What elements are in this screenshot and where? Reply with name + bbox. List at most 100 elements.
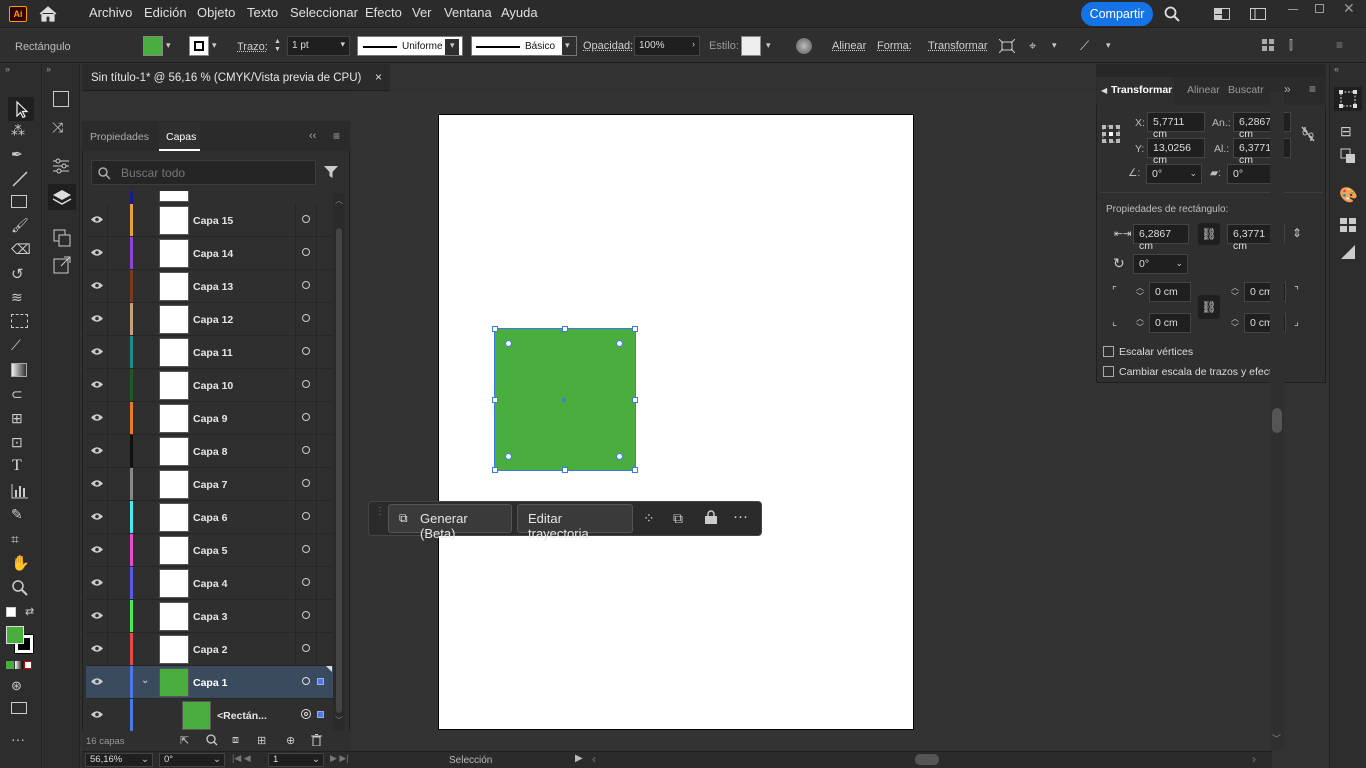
home-icon[interactable]	[38, 5, 58, 23]
resize-handle[interactable]	[632, 326, 638, 332]
chevron-down-icon[interactable]: ▾	[166, 40, 171, 51]
shape-link[interactable]: Forma:	[877, 40, 912, 52]
eye-icon[interactable]	[91, 314, 103, 323]
resize-handle[interactable]	[632, 467, 638, 473]
menu-objeto[interactable]: Objeto	[197, 5, 235, 20]
collapse-panel-icon[interactable]: ‹‹	[309, 130, 316, 142]
corner-stepper-icon[interactable]: ︿ ﹀	[1231, 314, 1239, 332]
corner-stepper-icon[interactable]: ︿ ﹀	[1231, 283, 1239, 301]
chevron-down-icon[interactable]: ▾	[212, 40, 217, 51]
resize-handle[interactable]	[562, 467, 568, 473]
chevron-down-icon[interactable]: ▾	[450, 40, 455, 51]
libraries-icon[interactable]	[53, 91, 69, 107]
transform-panel-icon[interactable]	[1334, 87, 1362, 111]
target-icon[interactable]	[302, 380, 310, 388]
link-broken-icon[interactable]	[1301, 126, 1315, 142]
menu-texto[interactable]: Texto	[247, 5, 278, 20]
corner-link-icon[interactable]: ⛓	[1198, 295, 1220, 319]
opacity-label[interactable]: Opacidad:	[583, 40, 633, 52]
eyedropper-icon[interactable]: ✎	[11, 506, 23, 523]
layer-row[interactable]: Capa 11	[86, 336, 333, 369]
grid-arrange-icon[interactable]	[1262, 39, 1274, 51]
rect-width-field[interactable]: 6,2867 cm	[1133, 224, 1189, 252]
target-icon[interactable]	[302, 446, 310, 454]
chevron-down-icon[interactable]: ▾	[766, 40, 771, 51]
filter-icon[interactable]	[324, 165, 338, 179]
target-icon[interactable]	[301, 709, 311, 719]
search-icon[interactable]	[1164, 6, 1180, 22]
collect-export-icon[interactable]: ⇱	[180, 734, 189, 747]
rotate-tool-icon[interactable]: ↺	[11, 265, 24, 283]
zoom-tool-icon[interactable]	[11, 579, 29, 597]
menu-seleccionar[interactable]: Seleccionar	[290, 5, 358, 20]
symbol-sprayer-icon[interactable]: ⊞	[11, 410, 23, 427]
menu-ayuda[interactable]: Ayuda	[501, 5, 538, 20]
type-tool-icon[interactable]: T	[12, 457, 22, 475]
corner-widget[interactable]	[505, 340, 512, 347]
fill-swatch[interactable]	[143, 36, 163, 56]
color-guide-icon[interactable]: 🎨	[1339, 186, 1358, 204]
target-icon[interactable]	[302, 314, 310, 322]
rotate-field[interactable]: 0° ⌄	[1146, 164, 1202, 184]
corner-stepper-icon[interactable]: ︿ ﹀	[1136, 283, 1144, 301]
layer-row[interactable]: Capa 9	[86, 402, 333, 435]
trash-icon[interactable]	[311, 734, 322, 746]
layer-row[interactable]: Capa 2	[86, 633, 333, 666]
panel-menu-icon[interactable]: ≡	[333, 129, 340, 143]
eye-icon[interactable]	[91, 380, 103, 389]
corner-bl-field[interactable]: 0 cm	[1149, 313, 1191, 333]
brush-definition[interactable]: Básico	[471, 36, 577, 56]
hand-tool-icon[interactable]: ✋	[11, 554, 30, 572]
scroll-right-icon[interactable]: ›	[1252, 752, 1256, 766]
layer-row[interactable]: Capa 15	[86, 204, 333, 237]
layer-row[interactable]: Capa 3	[86, 600, 333, 633]
selection-indicator[interactable]	[317, 711, 324, 718]
tab-search[interactable]: Buscatr	[1228, 84, 1264, 96]
layer-row-active[interactable]: ⌄ Capa 1	[86, 666, 333, 699]
eye-icon[interactable]	[91, 644, 103, 653]
screen-mode-icon[interactable]	[11, 702, 27, 714]
eye-icon[interactable]	[91, 281, 103, 290]
scroll-left-icon[interactable]: ‹	[592, 752, 596, 766]
collapse-arrow-icon[interactable]: ◀	[1101, 86, 1107, 95]
eye-icon[interactable]	[91, 215, 103, 224]
rect-angle-field[interactable]: 0° ⌄	[1133, 254, 1188, 274]
layer-row[interactable]: Capa 5	[86, 534, 333, 567]
share-button[interactable]: Compartir	[1081, 2, 1153, 26]
scale-corners-checkbox[interactable]	[1103, 346, 1114, 357]
resize-handle[interactable]	[562, 326, 568, 332]
rotation-field[interactable]: 0° ⌄	[159, 753, 225, 767]
eye-icon[interactable]	[91, 512, 103, 521]
puppet-warp-icon[interactable]: ⌖	[1029, 38, 1036, 54]
target-icon[interactable]	[302, 578, 310, 586]
menu-archivo[interactable]: Archivo	[89, 5, 132, 20]
fill-color-swatch[interactable]	[6, 626, 24, 644]
opacity-field[interactable]: 100% ›	[634, 36, 700, 56]
graph-tool-icon[interactable]	[11, 483, 29, 499]
expand-icon[interactable]: «	[1334, 64, 1339, 74]
scale-strokes-checkbox[interactable]	[1103, 366, 1114, 377]
eye-icon[interactable]	[91, 347, 103, 356]
target-icon[interactable]	[302, 281, 310, 289]
panel-menu-icon[interactable]: ≡	[1309, 82, 1316, 96]
target-icon[interactable]	[302, 347, 310, 355]
pattern-icon[interactable]: ⁘	[643, 510, 655, 527]
artboard-tool-icon[interactable]: ⊡	[11, 434, 23, 451]
x-field[interactable]: 5,7711 cm	[1147, 112, 1205, 140]
first-artboard-icon[interactable]: |◀ ◀	[232, 753, 251, 764]
more-tabs-icon[interactable]: »	[1284, 82, 1291, 96]
corner-widget[interactable]	[616, 453, 623, 460]
stroke-swatch[interactable]	[189, 36, 209, 56]
edit-path-button[interactable]: Editar trayectoria	[517, 504, 633, 541]
pen-tool-icon[interactable]: ✒	[11, 146, 23, 163]
target-icon[interactable]	[302, 545, 310, 553]
align-panel-icon[interactable]: ⊟	[1340, 123, 1352, 140]
chevron-down-icon[interactable]: ▾	[1052, 40, 1057, 51]
none-mode-icon[interactable]	[24, 661, 32, 669]
tab-align[interactable]: Alinear	[1187, 84, 1220, 96]
arrange-documents-icon[interactable]	[1250, 8, 1266, 20]
layer-row[interactable]: Capa 13	[86, 270, 333, 303]
search-input[interactable]: Buscar todo	[91, 160, 316, 185]
new-sublayer-icon[interactable]: ⊞	[257, 734, 266, 747]
properties-panel-icon[interactable]	[52, 158, 70, 174]
